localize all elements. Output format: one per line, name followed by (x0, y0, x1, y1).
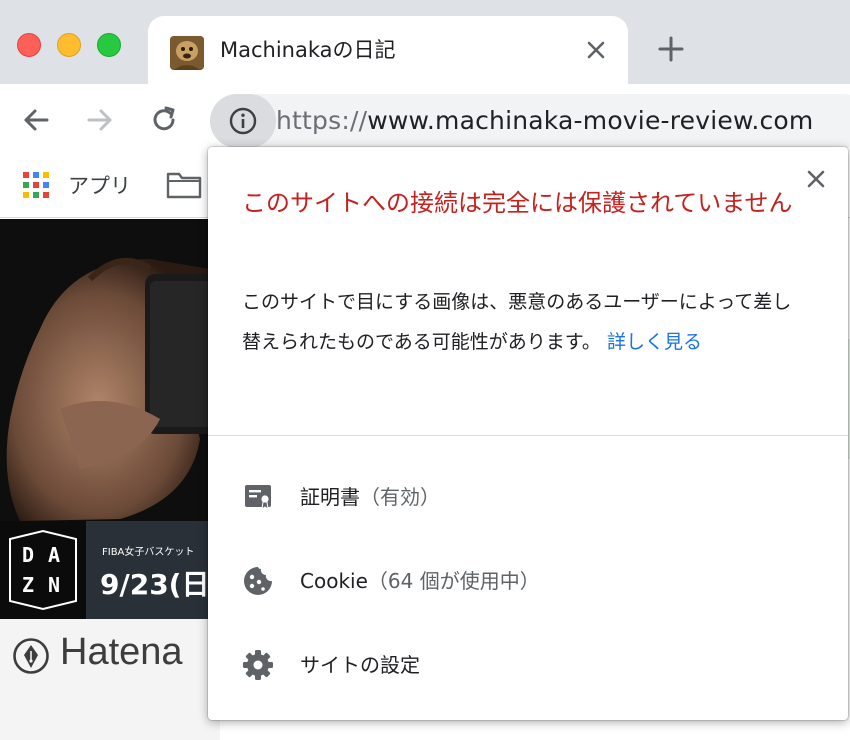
dazn-logo: D A Z N (0, 521, 86, 619)
window-close-button[interactable] (17, 33, 41, 57)
dazn-letter-z: Z (22, 573, 35, 597)
cookie-icon (242, 565, 274, 597)
dazn-letter-a: A (48, 543, 61, 567)
page-lower-area (0, 679, 220, 740)
apps-bookmark-label[interactable]: アプリ (68, 170, 131, 200)
hatena-footer: Hatena (0, 619, 220, 679)
hero-image (0, 219, 220, 521)
connection-warning-body: このサイトで目にする画像は、悪意のあるユーザーによって差し替えられたものである可… (242, 282, 810, 362)
site-info-button[interactable] (210, 94, 276, 148)
gear-icon (242, 649, 274, 681)
info-icon (229, 107, 257, 135)
banner-subtitle: FIBA女子バスケット (102, 547, 195, 558)
apps-grid-icon[interactable] (22, 171, 50, 199)
cookie-label-text: Cookie (300, 569, 368, 593)
site-favicon-icon (170, 36, 204, 70)
certificate-label-text: 証明書 (300, 485, 360, 509)
back-arrow-icon[interactable] (18, 102, 54, 138)
window-maximize-button[interactable] (97, 33, 121, 57)
popup-divider (208, 435, 848, 436)
reload-icon[interactable] (146, 102, 182, 138)
site-info-popup: このサイトへの接続は完全には保護されていません このサイトで目にする画像は、悪意… (208, 147, 848, 720)
url-host: www.machinaka-movie-review.com (367, 106, 814, 135)
close-icon[interactable] (804, 167, 828, 191)
certificate-status: （有効） (360, 485, 440, 509)
tab-title: Machinakaの日記 (220, 38, 396, 62)
certificate-row[interactable]: 証明書（有効） (208, 459, 848, 529)
tab-active[interactable]: Machinakaの日記 (148, 16, 628, 84)
dazn-letter-n: N (48, 573, 61, 597)
hatena-wordmark[interactable]: Hatena (60, 631, 183, 674)
banner-date: 9/23(日 (100, 568, 210, 601)
window-minimize-button[interactable] (57, 33, 81, 57)
connection-warning-title: このサイトへの接続は完全には保護されていません (242, 189, 793, 217)
url-text: https://www.machinaka-movie-review.com (276, 106, 813, 135)
dazn-banner[interactable]: D A Z N FIBA女子バスケット 9/23(日 (0, 521, 220, 619)
warning-body-text: このサイトで目にする画像は、悪意のあるユーザーによって差し替えられたものである可… (242, 291, 792, 353)
learn-more-link[interactable]: 詳しく見る (607, 331, 702, 353)
cookie-count: （64 個が使用中） (367, 569, 540, 593)
forward-arrow-icon[interactable] (82, 102, 118, 138)
site-settings-label: サイトの設定 (300, 653, 420, 677)
tab-close-icon[interactable] (582, 36, 610, 64)
new-tab-icon[interactable] (656, 34, 686, 64)
url-scheme: https:// (276, 106, 368, 135)
dazn-letter-d: D (22, 543, 35, 567)
tab-strip: Machinakaの日記 (0, 0, 850, 84)
hatena-pen-icon[interactable] (12, 637, 50, 675)
folder-icon[interactable] (166, 170, 202, 200)
address-bar[interactable]: https://www.machinaka-movie-review.com (210, 94, 850, 148)
site-settings-row[interactable]: サイトの設定 (208, 627, 848, 697)
cookie-label: Cookie（64 個が使用中） (300, 565, 540, 594)
certificate-icon (242, 481, 274, 513)
cookie-row[interactable]: Cookie（64 個が使用中） (208, 543, 848, 613)
certificate-label: 証明書（有効） (300, 481, 440, 510)
